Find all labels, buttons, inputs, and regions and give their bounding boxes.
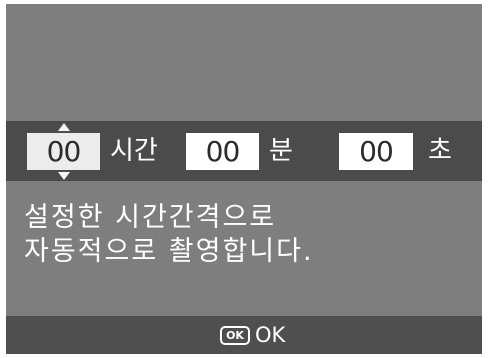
down-arrow-icon[interactable]	[57, 172, 70, 180]
footer-bar: OK OK	[6, 316, 482, 354]
ok-button-icon: OK	[220, 325, 250, 345]
ok-button[interactable]: OK OK	[220, 324, 285, 346]
seconds-unit-label: 초	[428, 136, 452, 166]
instruction-line-1: 설정한 시간간격으로	[24, 202, 277, 233]
hours-value: 00	[46, 135, 82, 168]
minutes-value: 00	[205, 135, 241, 168]
up-arrow-icon[interactable]	[57, 123, 70, 131]
instruction-line-2: 자동적으로 촬영합니다.	[24, 236, 314, 267]
minutes-unit-label: 분	[269, 136, 293, 166]
camera-screen: 00 시간 00 분 00 초 설정한 시간간격으로 자동적으로 촬영합니다. …	[6, 4, 482, 354]
minutes-field[interactable]: 00	[186, 133, 259, 170]
seconds-value: 00	[359, 135, 394, 168]
ok-label: OK	[255, 323, 286, 347]
seconds-field[interactable]: 00	[339, 133, 413, 170]
instruction-message: 설정한 시간간격으로 자동적으로 촬영합니다.	[24, 201, 464, 269]
interval-timer-bar: 00 시간 00 분 00 초	[6, 121, 482, 181]
hours-unit-label: 시간	[110, 136, 158, 166]
hours-field[interactable]: 00	[27, 123, 100, 180]
